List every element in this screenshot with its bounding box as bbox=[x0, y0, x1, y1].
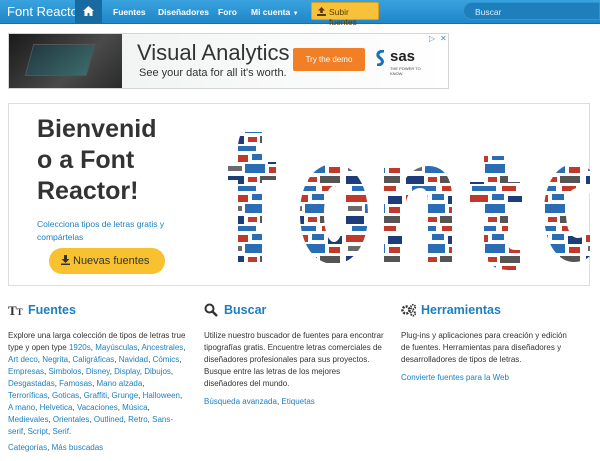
category-link[interactable]: Vacaciones bbox=[77, 403, 118, 412]
home-button[interactable] bbox=[75, 0, 102, 24]
category-link[interactable]: Mano alzada bbox=[97, 379, 143, 388]
new-fonts-label: Nuevas fuentes bbox=[73, 255, 150, 267]
category-link[interactable]: Goticas bbox=[52, 391, 79, 400]
category-link[interactable]: Simbolos bbox=[48, 367, 81, 376]
home-icon bbox=[83, 6, 94, 16]
fonts-heading-label: Fuentes bbox=[28, 303, 76, 317]
tags-link[interactable]: Etiquetas bbox=[281, 397, 314, 406]
category-link[interactable]: Negrita bbox=[42, 355, 68, 364]
tools-intro: Plug-ins y aplicaciones para creación y … bbox=[401, 331, 567, 364]
upload-fonts-button[interactable]: Subir fuentes bbox=[311, 2, 379, 27]
category-link[interactable]: Serif bbox=[52, 427, 68, 436]
tools-heading[interactable]: Herramientas bbox=[401, 302, 586, 320]
search-column: Buscar Utilize nuestro buscador de fuent… bbox=[204, 302, 389, 406]
nav-link-disenadores[interactable]: Diseñadores bbox=[158, 7, 209, 17]
category-link[interactable]: Cómics bbox=[153, 355, 180, 364]
hero-title-line: Reactor! bbox=[37, 177, 139, 205]
sas-logo-text: sas bbox=[390, 48, 416, 65]
fonts-description: Explore una larga colección de tipos de … bbox=[8, 331, 186, 452]
ad-subtitle: See your data for all it's worth. bbox=[139, 67, 287, 79]
category-link[interactable]: 1920s bbox=[69, 343, 91, 352]
fonts-heading[interactable]: TT Fuentes bbox=[8, 302, 193, 320]
category-link[interactable]: Medievales bbox=[8, 415, 48, 424]
welcome-hero: Bienvenid o a Font Reactor! Colecciona t… bbox=[8, 103, 590, 286]
search-input[interactable]: Buscar bbox=[463, 2, 600, 20]
category-link[interactable]: Mayúsculas bbox=[95, 343, 137, 352]
hero-title-line: Bienvenid bbox=[37, 115, 157, 143]
search-heading-label: Buscar bbox=[224, 303, 267, 317]
category-link[interactable]: Grunge bbox=[111, 391, 138, 400]
ad-image bbox=[9, 34, 122, 88]
top-navbar: Font Reactor Fuentes Diseñadores Foro Mi… bbox=[0, 0, 600, 27]
hero-subtitle[interactable]: Colecciona tipos de letras gratis y comp… bbox=[37, 218, 177, 244]
brand-logo[interactable]: Font Reactor bbox=[7, 4, 82, 19]
search-description: Utilize nuestro buscador de fuentes para… bbox=[204, 331, 384, 406]
tools-description: Plug-ins y aplicaciones para creación y … bbox=[401, 330, 576, 384]
sas-tagline: THE POWER TO KNOW. bbox=[390, 66, 421, 76]
download-icon bbox=[61, 255, 70, 265]
magnifier-icon bbox=[204, 303, 218, 317]
mi-cuenta-label: Mi cuenta bbox=[251, 7, 291, 17]
category-link[interactable]: Retro bbox=[128, 415, 148, 424]
ad-title: Visual Analytics bbox=[137, 40, 290, 65]
sas-logo: sas THE POWER TO KNOW. bbox=[374, 48, 428, 76]
search-heading[interactable]: Buscar bbox=[204, 302, 389, 320]
category-link[interactable]: Ancestrales bbox=[141, 343, 183, 352]
search-intro: Utilize nuestro buscador de fuentes para… bbox=[204, 331, 384, 388]
font-word-cloud-image bbox=[228, 132, 590, 270]
nav-link-foro[interactable]: Foro bbox=[218, 7, 237, 17]
ad-close-icon[interactable]: ✕ bbox=[440, 34, 450, 44]
category-link[interactable]: Música bbox=[122, 403, 147, 412]
ad-banner[interactable]: Visual Analytics See your data for all i… bbox=[8, 33, 449, 89]
tools-column: Herramientas Plug-ins y aplicaciones par… bbox=[401, 302, 586, 382]
search-placeholder: Buscar bbox=[475, 7, 502, 17]
category-link[interactable]: Script bbox=[28, 427, 48, 436]
category-link[interactable]: Outlined bbox=[94, 415, 124, 424]
advanced-search-link[interactable]: Búsqueda avanzada bbox=[204, 397, 277, 406]
fonts-column: TT Fuentes Explore una larga colección d… bbox=[8, 302, 193, 452]
category-link[interactable]: Empresas bbox=[8, 367, 44, 376]
category-link[interactable]: Art deco bbox=[8, 355, 38, 364]
category-link[interactable]: A mano bbox=[8, 403, 35, 412]
categories-link[interactable]: Categorías bbox=[8, 443, 47, 452]
ad-info-icon[interactable]: ▷ bbox=[429, 34, 439, 44]
category-link[interactable]: Display bbox=[114, 367, 140, 376]
most-searched-link[interactable]: Más buscadas bbox=[52, 443, 104, 452]
category-link[interactable]: Halloween bbox=[143, 391, 180, 400]
hero-title-line: o a Font bbox=[37, 146, 135, 174]
category-link[interactable]: Dibujos bbox=[144, 367, 171, 376]
category-link[interactable]: Famosas bbox=[59, 379, 92, 388]
chevron-down-icon: ▼ bbox=[292, 11, 299, 17]
gears-icon bbox=[401, 303, 417, 317]
tools-heading-label: Herramientas bbox=[421, 303, 501, 317]
ad-cta-button[interactable]: Try the demo bbox=[293, 48, 365, 71]
nav-link-fuentes[interactable]: Fuentes bbox=[113, 7, 146, 17]
category-link[interactable]: Orientales bbox=[53, 415, 89, 424]
new-fonts-button[interactable]: Nuevas fuentes bbox=[49, 248, 165, 274]
category-link[interactable]: Navidad bbox=[119, 355, 148, 364]
category-link[interactable]: Graffiti bbox=[84, 391, 107, 400]
category-link[interactable]: Caligráficas bbox=[73, 355, 115, 364]
upload-label: Subir fuentes bbox=[329, 7, 357, 27]
category-link[interactable]: Terroríficas bbox=[8, 391, 48, 400]
upload-icon bbox=[317, 7, 326, 16]
category-link[interactable]: Desgastadas bbox=[8, 379, 55, 388]
text-size-icon: TT bbox=[8, 303, 23, 318]
webfont-converter-link[interactable]: Convierte fuentes para la Web bbox=[401, 373, 509, 382]
category-link[interactable]: Helvetica bbox=[40, 403, 73, 412]
nav-link-mi-cuenta[interactable]: Mi cuenta ▼ bbox=[251, 7, 299, 17]
hero-title: Bienvenid o a Font Reactor! bbox=[37, 114, 177, 207]
category-link[interactable]: Disney bbox=[86, 367, 110, 376]
